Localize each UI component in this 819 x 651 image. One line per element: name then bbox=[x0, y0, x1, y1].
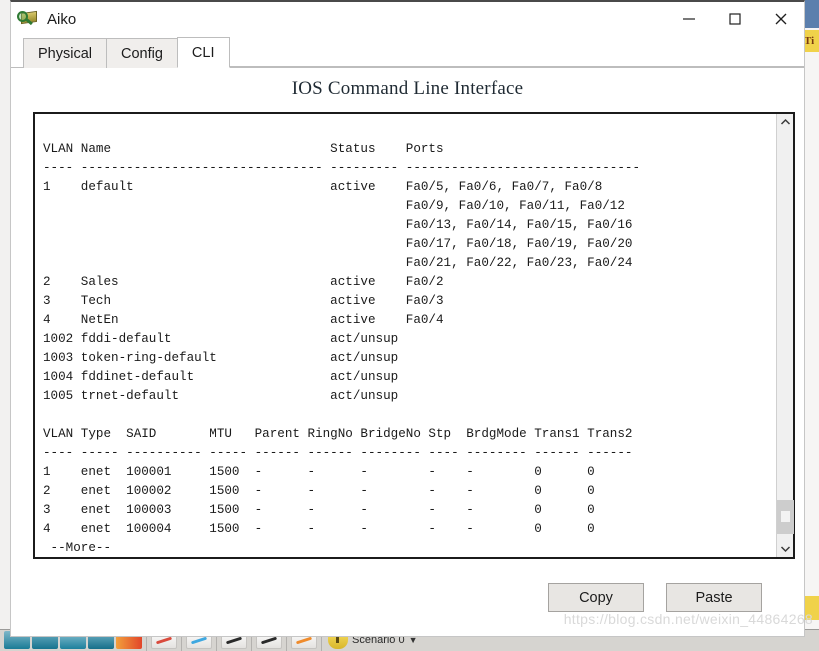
terminal-output-area[interactable]: show vlan VLAN Name Status Ports ---- --… bbox=[35, 114, 776, 557]
tab-config[interactable]: Config bbox=[106, 38, 178, 68]
device-tab-bar[interactable]: Physical Config CLI bbox=[11, 36, 804, 68]
terminal-scrollbar[interactable] bbox=[776, 114, 794, 557]
page-title: IOS Command Line Interface bbox=[291, 78, 524, 99]
window-titlebar: Aiko bbox=[11, 2, 804, 36]
scrollbar-thumb[interactable] bbox=[777, 500, 794, 534]
terminal-container: show vlan VLAN Name Status Ports ---- --… bbox=[33, 112, 795, 559]
background-app-side-tab-lower[interactable] bbox=[803, 596, 819, 620]
close-button[interactable] bbox=[758, 3, 804, 35]
copy-button[interactable]: Copy bbox=[548, 583, 644, 612]
tab-physical[interactable]: Physical bbox=[23, 38, 107, 68]
device-config-window: Aiko Physical Config CLI IOS Command Lin… bbox=[10, 0, 805, 637]
terminal-text: show vlan VLAN Name Status Ports ---- --… bbox=[43, 114, 641, 555]
scrollbar-track[interactable] bbox=[777, 131, 794, 540]
maximize-button[interactable] bbox=[712, 3, 758, 35]
device-magnifier-icon bbox=[17, 9, 39, 29]
tab-physical-label: Physical bbox=[38, 45, 92, 62]
paste-button-label: Paste bbox=[695, 589, 733, 606]
minimize-button[interactable] bbox=[666, 3, 712, 35]
background-app-side-tab[interactable]: Ti bbox=[803, 30, 819, 52]
cli-pane: IOS Command Line Interface show vlan VLA… bbox=[11, 68, 804, 636]
paste-button[interactable]: Paste bbox=[666, 583, 762, 612]
tab-bar-filler bbox=[228, 37, 804, 67]
background-application-strip[interactable] bbox=[803, 0, 819, 651]
scroll-down-button[interactable] bbox=[777, 540, 793, 557]
background-app-titlebar[interactable] bbox=[803, 0, 819, 28]
scroll-up-button[interactable] bbox=[777, 114, 793, 131]
window-title: Aiko bbox=[47, 10, 77, 28]
copy-button-label: Copy bbox=[579, 589, 613, 606]
cli-button-row: Copy Paste bbox=[23, 559, 792, 636]
tab-cli[interactable]: CLI bbox=[176, 37, 230, 68]
tab-config-label: Config bbox=[121, 45, 163, 62]
tab-cli-label: CLI bbox=[191, 44, 215, 61]
